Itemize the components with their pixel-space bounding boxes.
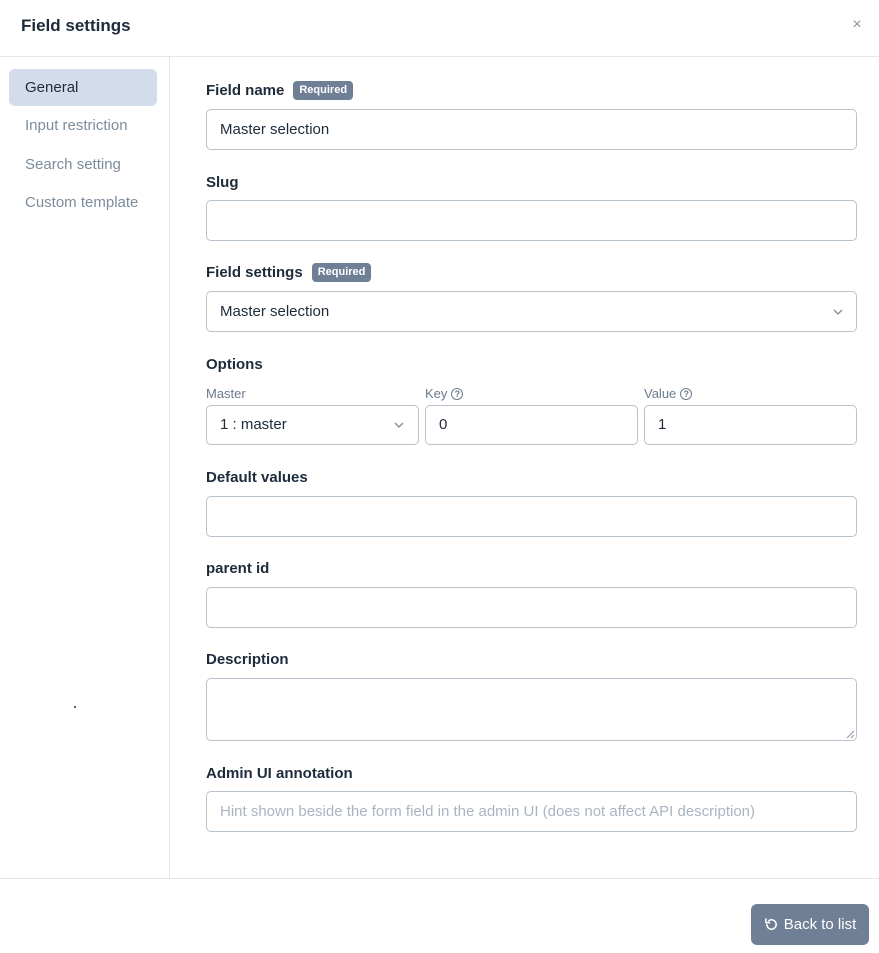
field-settings-label: Field settings Required: [206, 263, 372, 282]
description-label: Description: [206, 651, 289, 668]
admin-ui-annotation-input[interactable]: [206, 791, 857, 832]
sidebar-item-search-setting[interactable]: Search setting: [9, 146, 157, 183]
master-select[interactable]: 1 : master: [206, 405, 419, 445]
default-values-label: Default values: [206, 469, 308, 486]
sidebar-item-input-restriction[interactable]: Input restriction: [9, 107, 157, 144]
default-values-input[interactable]: [206, 496, 857, 537]
required-badge: Required: [293, 81, 354, 100]
dialog-footer: Back to list: [0, 878, 879, 953]
decorative-dot: [74, 706, 76, 708]
close-icon[interactable]: ×: [849, 17, 865, 33]
value-input[interactable]: 1: [644, 405, 857, 445]
description-textarea[interactable]: [206, 678, 857, 741]
dialog-title: Field settings: [21, 16, 131, 35]
field-settings-select[interactable]: Master selection: [206, 291, 857, 332]
required-badge: Required: [311, 263, 372, 282]
help-circle-icon[interactable]: ?: [451, 387, 464, 400]
admin-ui-annotation-label: Admin UI annotation: [206, 765, 353, 782]
back-to-list-label: Back to list: [783, 916, 857, 933]
value-label: Value ?: [644, 386, 693, 401]
chevron-down-icon: [394, 422, 404, 428]
resize-grip-icon[interactable]: [846, 730, 855, 739]
sidebar-item-general[interactable]: General: [9, 69, 157, 106]
back-to-list-button[interactable]: Back to list: [751, 904, 869, 945]
key-input[interactable]: 0: [425, 405, 638, 445]
dialog-header: Field settings ×: [0, 0, 879, 57]
field-name-label: Field name Required: [206, 81, 354, 100]
options-label: Options: [206, 356, 263, 373]
chevron-down-icon: [833, 309, 843, 315]
help-circle-icon[interactable]: ?: [680, 387, 693, 400]
slug-input[interactable]: [206, 200, 857, 241]
master-label: Master: [206, 386, 246, 401]
key-label: Key ?: [425, 386, 464, 401]
parent-id-input[interactable]: [206, 587, 857, 628]
slug-label: Slug: [206, 174, 239, 191]
parent-id-label: parent id: [206, 560, 270, 577]
settings-form: Field name Required Slug Field settings …: [170, 57, 879, 878]
sidebar-item-custom-template[interactable]: Custom template: [9, 184, 157, 221]
settings-sidebar: General Input restriction Search setting…: [0, 57, 170, 878]
field-name-input[interactable]: [206, 109, 857, 150]
rotate-ccw-icon: [764, 918, 777, 930]
